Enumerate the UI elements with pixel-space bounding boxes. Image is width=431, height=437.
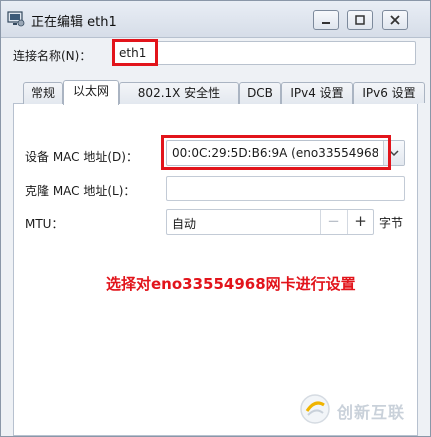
tab-bar: 常规 以太网 802.1X 安全性 DCB IPv4 设置 IPv6 设置 — [23, 80, 425, 105]
mtu-decrement-button[interactable]: − — [320, 210, 346, 234]
mtu-unit-label: 字节 — [379, 216, 404, 230]
maximize-button[interactable] — [347, 10, 373, 30]
tab-ipv6-settings[interactable]: IPv6 设置 — [353, 82, 425, 104]
network-settings-icon — [7, 11, 25, 27]
connection-name-value: eth1 — [119, 46, 147, 60]
edit-connection-window: 正在编辑 eth1 连接名称(N)： eth1 常规 以太网 802.1X 安全… — [0, 0, 431, 437]
device-mac-value: 00:0C:29:5D:B6:9A (eno33554968) — [172, 146, 378, 160]
mtu-spinbox[interactable]: 自动 − + — [166, 209, 374, 235]
mtu-value: 自动 — [172, 217, 197, 231]
combo-dropdown-button[interactable] — [383, 141, 404, 165]
cloned-mac-label: 克隆 MAC 地址(L)： — [25, 184, 136, 198]
mtu-label: MTU： — [25, 217, 64, 231]
tab-8021x-security[interactable]: 802.1X 安全性 — [119, 82, 239, 104]
device-mac-combobox[interactable]: 00:0C:29:5D:B6:9A (eno33554968) — [166, 140, 405, 166]
annotation-text: 选择对eno33554968网卡进行设置 — [106, 275, 356, 293]
chevron-down-icon — [389, 150, 399, 157]
device-mac-label: 设备 MAC 地址(D)： — [25, 150, 138, 164]
title-bar[interactable]: 正在编辑 eth1 — [1, 1, 430, 38]
close-button[interactable] — [382, 10, 408, 30]
watermark-logo-icon — [299, 393, 331, 425]
cloned-mac-input[interactable] — [166, 176, 405, 201]
connection-name-label: 连接名称(N)： — [13, 49, 92, 63]
tab-ipv4-settings[interactable]: IPv4 设置 — [281, 82, 353, 104]
connection-name-input[interactable]: eth1 — [113, 41, 416, 65]
panel-edge — [419, 103, 429, 436]
close-icon — [390, 15, 400, 25]
watermark-text: 创新互联 — [337, 403, 406, 422]
window-title: 正在编辑 eth1 — [31, 15, 117, 30]
maximize-icon — [355, 15, 365, 25]
tab-dcb[interactable]: DCB — [239, 82, 281, 104]
tab-general[interactable]: 常规 — [23, 82, 63, 104]
minimize-icon — [322, 22, 330, 24]
tab-ethernet[interactable]: 以太网 — [63, 80, 119, 105]
minimize-button[interactable] — [313, 10, 339, 30]
mtu-increment-button[interactable]: + — [347, 210, 373, 234]
